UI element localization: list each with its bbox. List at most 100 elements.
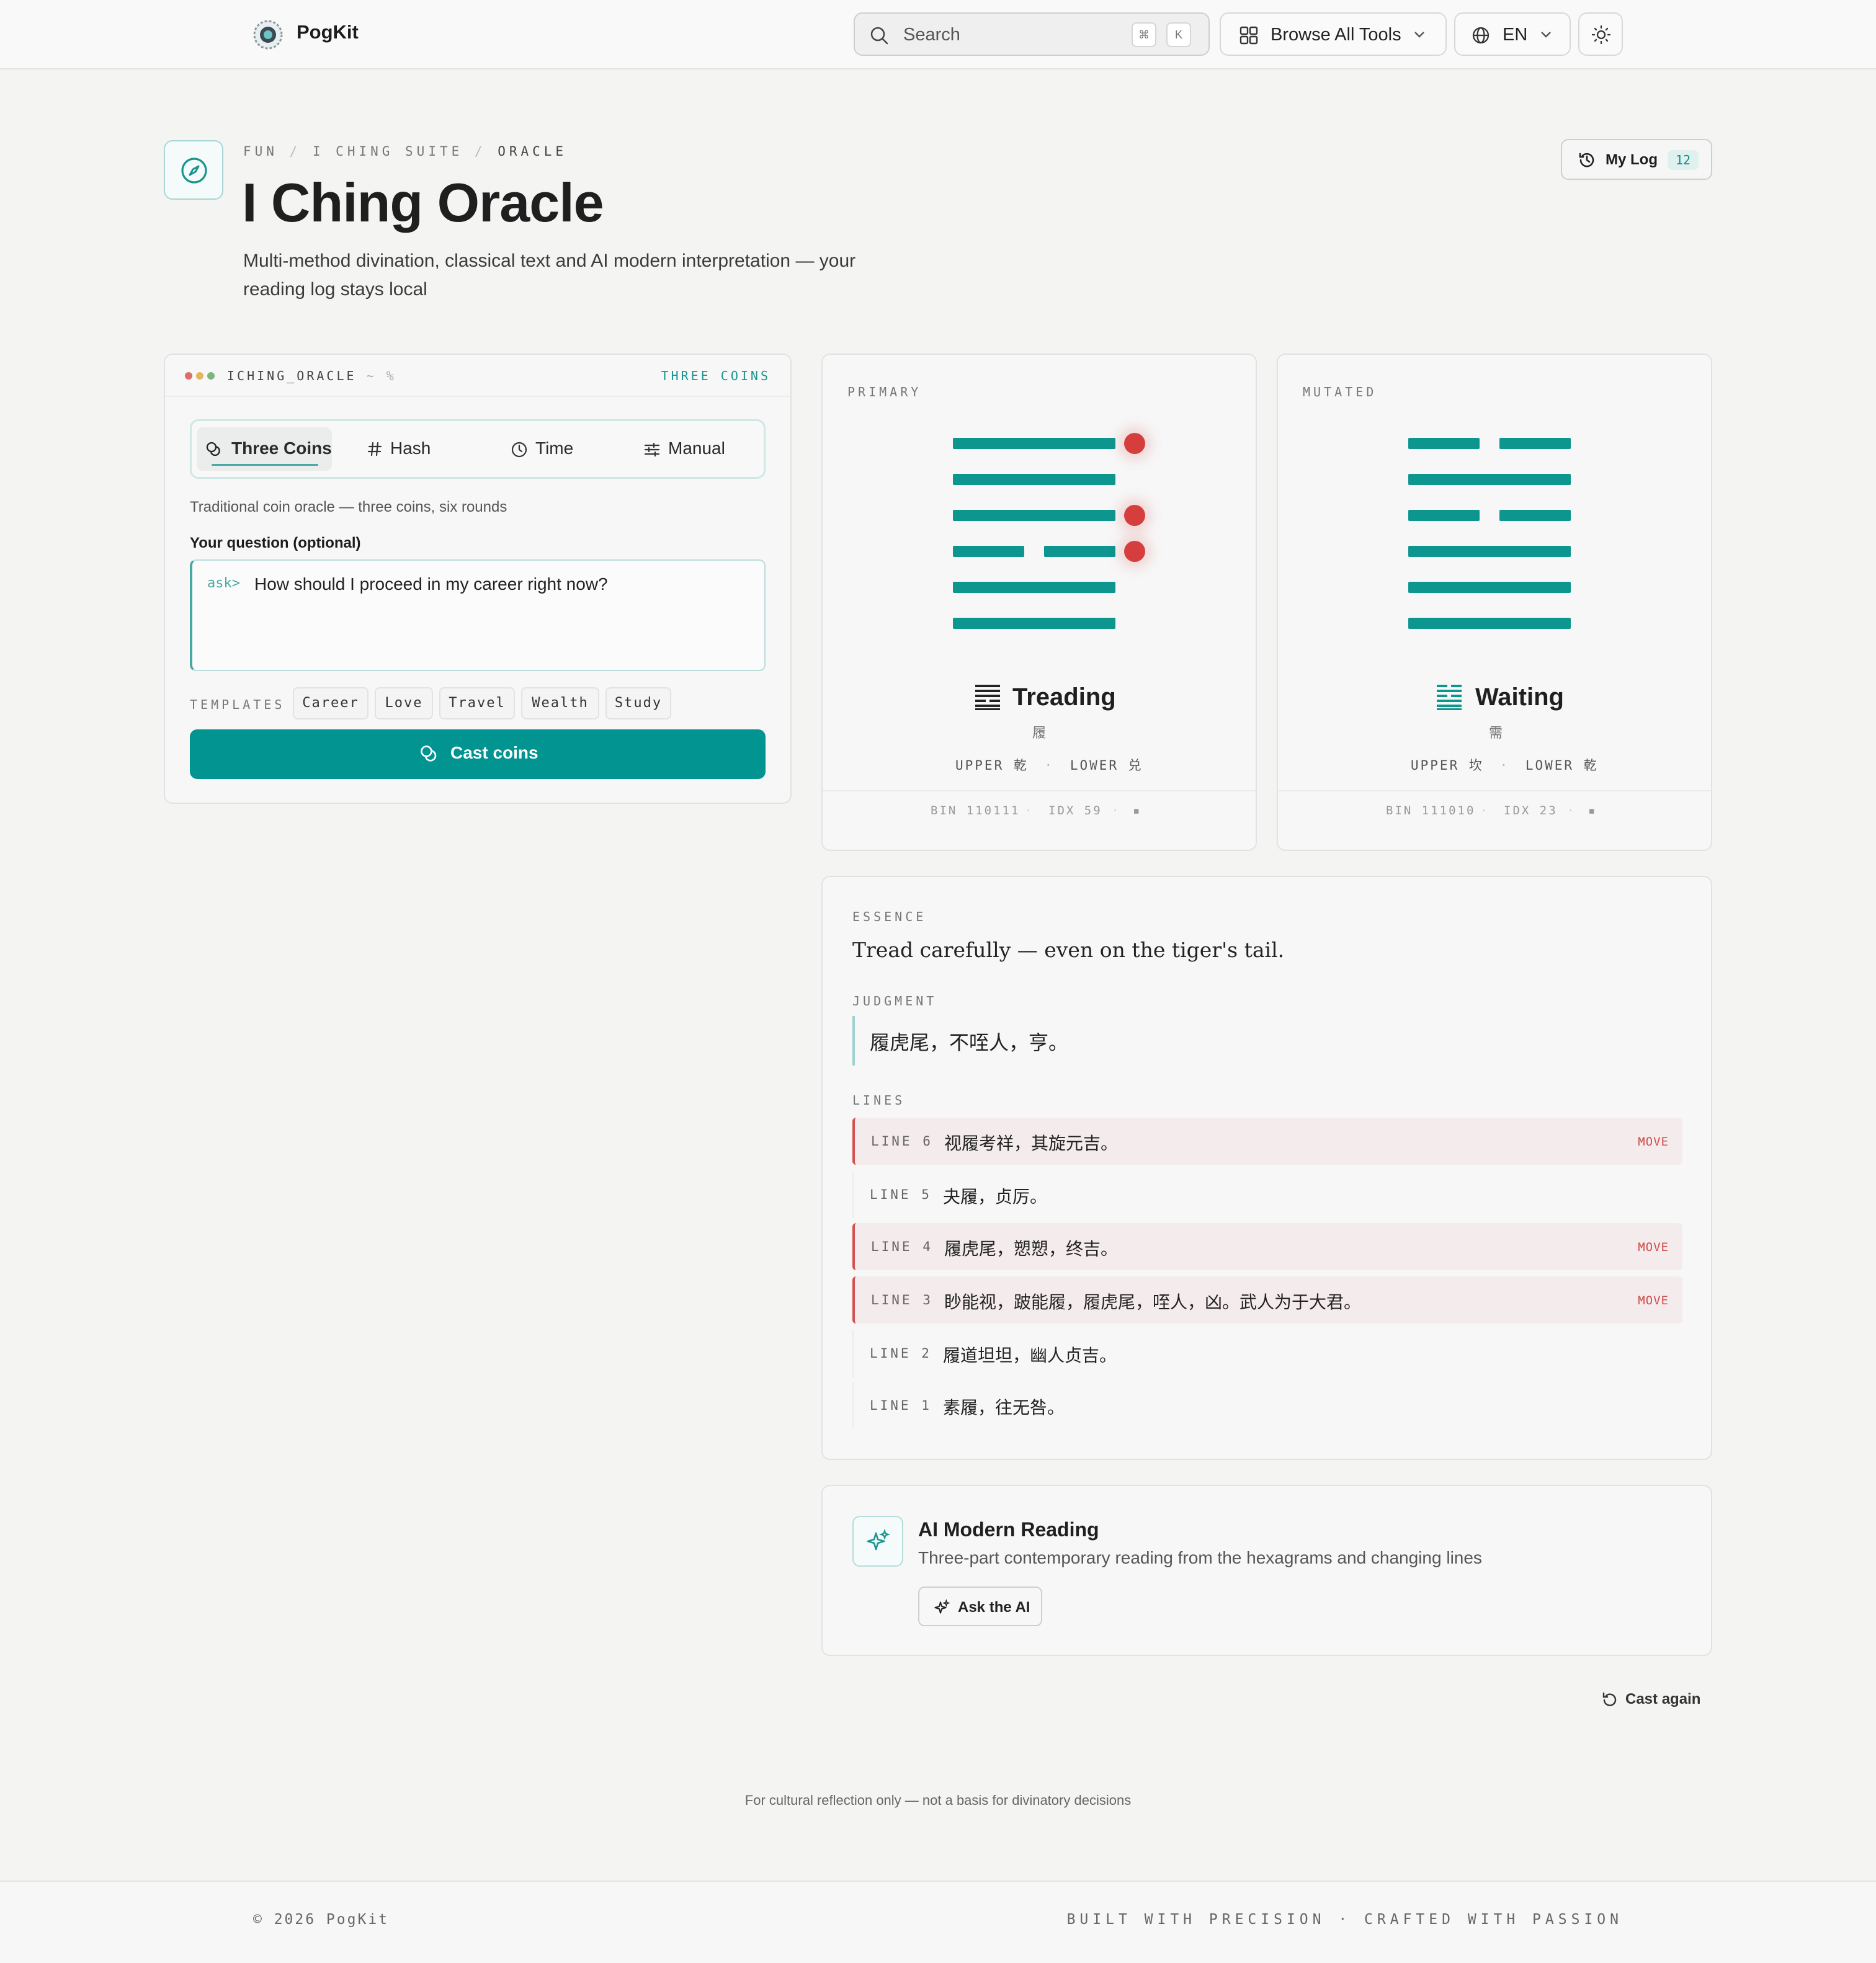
- ask-ai-label: Ask the AI: [958, 1599, 1030, 1616]
- moving-badge: MOVE: [1638, 1294, 1669, 1307]
- mutated-hexagram-card: MUTATED Waiting 需 UPPER 坎 · LOWER 乾 BIN …: [1277, 354, 1712, 851]
- compass-icon: [164, 140, 223, 200]
- yin-line-segment: [953, 546, 1024, 557]
- yin-line-segment: [1044, 546, 1115, 557]
- yang-line: [1408, 618, 1571, 629]
- mutated-meta: BIN 111010 · IDX 23 · ▪: [1278, 790, 1711, 817]
- line-row-5: LINE 5 夬履，贞厉。: [852, 1171, 1682, 1218]
- yang-line: [953, 510, 1115, 521]
- template-chip-career[interactable]: Career: [293, 687, 368, 719]
- yin-line-segment: [1408, 510, 1480, 521]
- mutated-binary: BIN 111010: [1386, 804, 1476, 817]
- template-chip-wealth[interactable]: Wealth: [521, 687, 599, 719]
- browse-label: Browse All Tools: [1271, 25, 1401, 45]
- window-title: ICHING_ORACLE ~ %: [227, 368, 396, 383]
- mutated-trigrams: UPPER 坎 · LOWER 乾: [1411, 758, 1599, 773]
- current-mode-label: THREE COINS: [661, 368, 770, 383]
- breadcrumb: FUN / I CHING SUITE / ORACLE: [243, 144, 568, 159]
- line-text: 素履，往无咎。: [943, 1398, 1065, 1417]
- yang-line: [1408, 546, 1571, 557]
- template-chip-study[interactable]: Study: [605, 687, 671, 719]
- line-text: 履虎尾，愬愬，终吉。: [944, 1239, 1119, 1258]
- sparkles-icon: [852, 1516, 903, 1567]
- ask-ai-button[interactable]: Ask the AI: [918, 1587, 1042, 1626]
- history-icon: [1579, 153, 1594, 167]
- tab-three-coins[interactable]: Three Coins: [197, 427, 332, 471]
- language-selector[interactable]: EN: [1454, 12, 1571, 56]
- line-text: 视履考祥，其旋元吉。: [944, 1134, 1119, 1153]
- window-dot-red: [185, 372, 192, 380]
- tab-hash[interactable]: Hash: [354, 427, 453, 471]
- top-nav-bar: PogKit Search ⌘ K Browse All Tools EN: [0, 0, 1876, 69]
- my-log-button[interactable]: My Log 12: [1561, 139, 1712, 180]
- active-tab-underline: [212, 464, 318, 466]
- ai-reading-subtitle: Three-part contemporary reading from the…: [918, 1548, 1482, 1567]
- moving-badge: MOVE: [1638, 1135, 1669, 1149]
- template-chip-travel[interactable]: Travel: [439, 687, 515, 719]
- moving-line-dot: [1124, 505, 1145, 526]
- clock-icon: [511, 442, 527, 458]
- question-input[interactable]: ask> How should I proceed in my career r…: [190, 559, 766, 671]
- brand-name[interactable]: PogKit: [297, 21, 359, 43]
- yang-line: [953, 618, 1115, 629]
- line-number: LINE 6: [871, 1134, 933, 1149]
- window-dot-yellow: [196, 372, 203, 380]
- template-chip-love[interactable]: Love: [375, 687, 433, 719]
- line-row-2: LINE 2 履道坦坦，幽人贞吉。: [852, 1330, 1682, 1377]
- question-label: Your question (optional): [190, 535, 361, 551]
- cast-again-label: Cast again: [1625, 1691, 1701, 1707]
- theme-toggle-button[interactable]: [1578, 12, 1623, 56]
- line-row-4: LINE 4 履虎尾，愬愬，终吉。 MOVE: [852, 1223, 1682, 1270]
- waiting-hexagram-icon: [1437, 685, 1462, 710]
- search-icon: [870, 27, 888, 45]
- browse-all-tools-button[interactable]: Browse All Tools: [1220, 12, 1447, 56]
- yang-line: [953, 474, 1115, 485]
- line-text: 眇能视，跛能履，履虎尾，咥人，凶。武人为于大君。: [944, 1293, 1362, 1312]
- mutated-glyph: ▪: [1588, 804, 1597, 817]
- window-titlebar: ICHING_ORACLE ~ % THREE COINS: [165, 355, 790, 397]
- search-input[interactable]: Search ⌘ K: [854, 12, 1210, 56]
- judgment-label: JUDGMENT: [852, 994, 937, 1008]
- tab-label: Three Coins: [231, 438, 332, 458]
- ai-reading-title: AI Modern Reading: [918, 1518, 1099, 1541]
- templates-label: TEMPLATES: [190, 697, 285, 712]
- primary-index: IDX 59: [1048, 804, 1102, 817]
- line-row-1: LINE 1 素履，往无咎。: [852, 1382, 1682, 1429]
- primary-tag: PRIMARY: [847, 385, 922, 399]
- tab-manual[interactable]: Manual: [633, 427, 751, 471]
- page-title: I Ching Oracle: [242, 172, 604, 233]
- my-log-count-badge: 12: [1668, 150, 1699, 170]
- reading-card: ESSENCE Tread carefully — even on the ti…: [821, 876, 1712, 1460]
- yin-line-segment: [1499, 510, 1571, 521]
- line-text: 夬履，贞厉。: [943, 1187, 1048, 1206]
- primary-hexagram-chinese: 履: [1032, 725, 1047, 741]
- rotate-ccw-icon: [1602, 1692, 1617, 1706]
- footer-copyright: © 2026 PogKit: [253, 1912, 390, 1928]
- cast-coins-label: Cast coins: [450, 743, 538, 762]
- yin-line-segment: [1499, 438, 1571, 449]
- line-row-3: LINE 3 眇能视，跛能履，履虎尾，咥人，凶。武人为于大君。 MOVE: [852, 1276, 1682, 1324]
- tab-time[interactable]: Time: [499, 427, 605, 471]
- breadcrumb-fun[interactable]: FUN: [243, 144, 278, 159]
- mutated-tag: MUTATED: [1303, 385, 1377, 399]
- yang-line: [1408, 582, 1571, 593]
- pogkit-logo-icon[interactable]: [252, 19, 284, 51]
- cast-coins-button[interactable]: Cast coins: [190, 729, 766, 779]
- breadcrumb-suite[interactable]: I CHING SUITE: [313, 144, 463, 159]
- page-subtitle: Multi-method divination, classical text …: [243, 251, 856, 300]
- oracle-input-card: ICHING_ORACLE ~ % THREE COINS Three Coin…: [164, 354, 792, 804]
- judgment-quote: 履虎尾，不咥人，亨。: [852, 1016, 1068, 1066]
- chevron-down-icon: [1541, 32, 1551, 38]
- moving-badge: MOVE: [1638, 1240, 1669, 1254]
- coins-icon: [421, 746, 437, 762]
- footer-tagline: BUILT WITH PRECISION · CRAFTED WITH PASS…: [1066, 1912, 1623, 1928]
- method-description: Traditional coin oracle — three coins, s…: [190, 499, 507, 515]
- method-tabs: Three Coins Hash Time Manual: [190, 419, 766, 479]
- question-value: How should I proceed in my career right …: [254, 574, 608, 594]
- kbd-k-key: K: [1166, 22, 1191, 47]
- ai-reading-card: AI Modern Reading Three-part contemporar…: [821, 1485, 1712, 1656]
- essence-text: Tread carefully — even on the tiger's ta…: [852, 938, 1285, 962]
- tab-label: Time: [535, 438, 574, 458]
- mutated-hexagram-name: Waiting: [1475, 683, 1564, 711]
- tab-label: Hash: [390, 438, 431, 458]
